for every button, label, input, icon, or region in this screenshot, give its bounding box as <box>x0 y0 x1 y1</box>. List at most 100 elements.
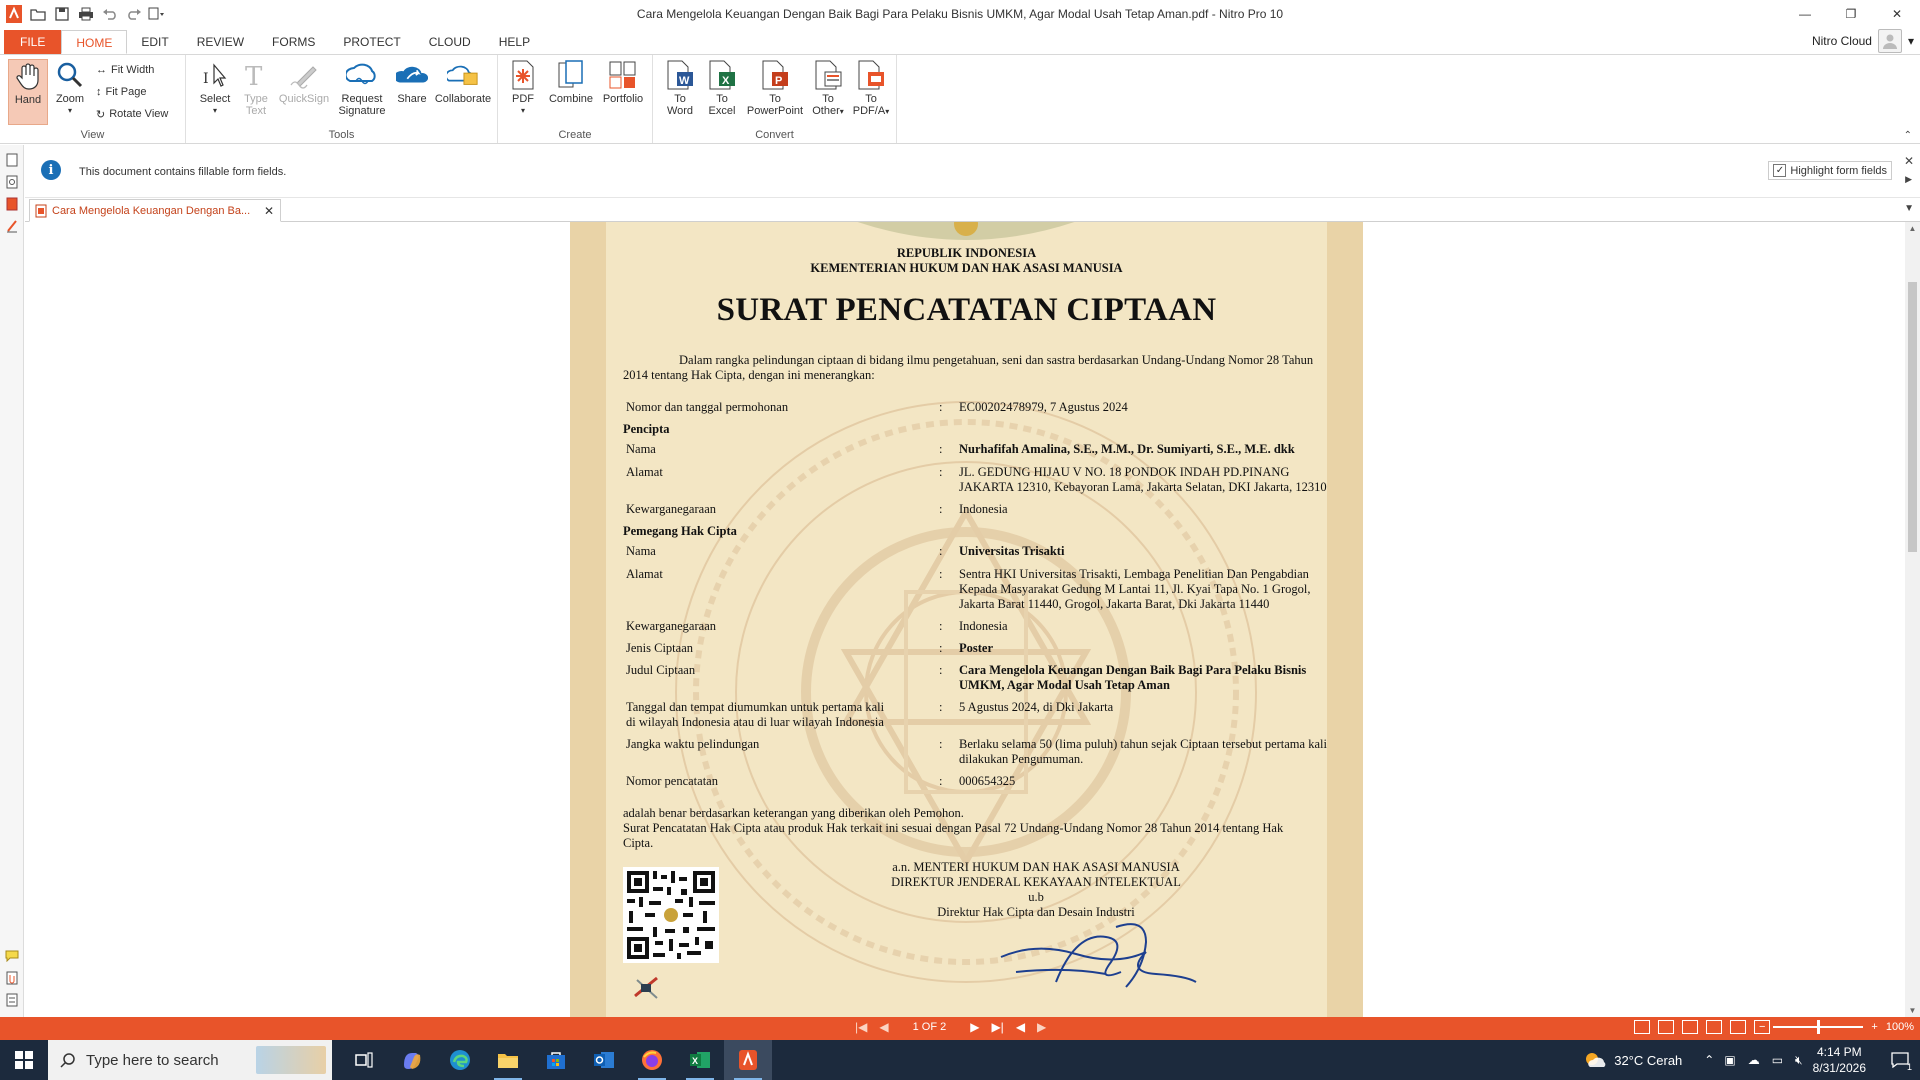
to-powerpoint-button[interactable]: P To PowerPoint <box>743 59 807 117</box>
zoom-slider[interactable] <box>1773 1020 1864 1034</box>
highlight-form-fields-toggle[interactable]: ✓ Highlight form fields <box>1768 161 1892 180</box>
create-pdf-button[interactable]: PDF ▾ <box>506 59 540 117</box>
to-word-button[interactable]: W To Word <box>659 59 701 117</box>
display-icon[interactable]: ▭ <box>1772 1053 1783 1067</box>
rotate-view-button[interactable]: ↻ Rotate View <box>96 105 168 123</box>
notification-count: 1 <box>1906 1062 1912 1072</box>
zoom-out-button[interactable]: − <box>1759 1021 1765 1033</box>
collaborate-button[interactable]: Collaborate <box>432 59 494 105</box>
last-page-icon[interactable]: ▶| <box>991 1020 1003 1034</box>
volume-muted-icon[interactable]: 🔇︎ <box>1795 1053 1803 1068</box>
tab-cloud[interactable]: CLOUD <box>415 30 485 54</box>
previous-view-icon[interactable]: ◀ <box>1016 1020 1025 1034</box>
to-excel-button[interactable]: X To Excel <box>701 59 743 117</box>
edge-icon[interactable] <box>436 1040 484 1080</box>
open-icon[interactable] <box>28 4 48 24</box>
continuous-view-icon[interactable] <box>1658 1020 1674 1034</box>
tab-help[interactable]: HELP <box>485 30 544 54</box>
fullscreen-view-icon[interactable] <box>1730 1020 1746 1034</box>
taskbar-search-box[interactable]: Type here to search <box>48 1040 332 1080</box>
minimize-button[interactable]: — <box>1782 0 1828 28</box>
close-button[interactable]: ✕ <box>1874 0 1920 28</box>
pages-icon[interactable] <box>0 149 24 171</box>
tab-file[interactable]: FILE <box>4 30 62 54</box>
excel-icon[interactable]: X <box>676 1040 724 1080</box>
fit-width-button[interactable]: ↔ Fit Width <box>96 61 154 79</box>
file-explorer-icon[interactable] <box>484 1040 532 1080</box>
page-indicator[interactable]: 1 OF 2 <box>913 1021 947 1033</box>
previous-page-icon[interactable]: ◀ <box>879 1020 888 1034</box>
signatures-icon[interactable] <box>0 215 24 237</box>
zoom-button[interactable]: Zoom ▾ <box>52 59 88 117</box>
facing-view-icon[interactable] <box>1682 1020 1698 1034</box>
start-button[interactable] <box>0 1040 48 1080</box>
customize-icon[interactable] <box>148 4 168 24</box>
scroll-down-icon[interactable]: ▼ <box>1905 1006 1920 1015</box>
save-icon[interactable] <box>52 4 72 24</box>
task-view-icon[interactable] <box>340 1040 388 1080</box>
facing-continuous-view-icon[interactable] <box>1706 1020 1722 1034</box>
single-page-view-icon[interactable] <box>1634 1020 1650 1034</box>
scroll-up-icon[interactable]: ▲ <box>1905 224 1920 233</box>
store-icon[interactable] <box>532 1040 580 1080</box>
avatar[interactable] <box>1877 29 1902 53</box>
quicksign-button[interactable]: QuickSign <box>276 59 332 105</box>
copilot-icon[interactable] <box>388 1040 436 1080</box>
chevron-down-icon[interactable]: ▾ <box>1908 34 1914 48</box>
request-signature-button[interactable]: Request Signature <box>332 59 392 117</box>
redo-icon[interactable] <box>124 4 144 24</box>
portfolio-button[interactable]: Portfolio <box>598 59 648 105</box>
meet-now-icon[interactable]: ▣ <box>1724 1053 1735 1067</box>
nitro-logo-icon[interactable] <box>4 4 24 24</box>
network-icon[interactable]: ☁ <box>1748 1053 1760 1067</box>
tab-review[interactable]: REVIEW <box>183 30 258 54</box>
share-button[interactable]: Share <box>392 59 432 105</box>
print-icon[interactable] <box>76 4 96 24</box>
combine-button[interactable]: Combine <box>546 59 596 105</box>
clock[interactable]: 4:14 PM 8/31/2026 <box>1813 1044 1866 1076</box>
attach-panel-icon[interactable] <box>0 967 24 989</box>
closing-line-1: adalah benar berdasarkan keterangan yang… <box>623 806 964 820</box>
zoom-in-button[interactable]: + <box>1871 1021 1877 1033</box>
document-tab[interactable]: Cara Mengelola Keuangan Dengan Ba... ✕ <box>29 199 281 222</box>
fields-icon[interactable] <box>0 989 24 1011</box>
fit-page-button[interactable]: ↕ Fit Page <box>96 83 146 101</box>
pencipta-kewarganegaraan-label: Kewarganegaraan <box>626 502 716 516</box>
close-infobar-icon[interactable]: ✕ <box>1904 154 1914 168</box>
tab-protect[interactable]: PROTECT <box>329 30 414 54</box>
to-label: To <box>769 93 781 105</box>
first-page-icon[interactable]: |◀ <box>855 1020 867 1034</box>
to-other-button[interactable]: To Other▾ <box>807 59 849 118</box>
close-tab-icon[interactable]: ✕ <box>264 204 274 218</box>
bookmarks-icon[interactable] <box>0 171 24 193</box>
tab-forms[interactable]: FORMS <box>258 30 329 54</box>
zoom-icon <box>54 59 86 91</box>
show-hidden-icons-icon[interactable]: ⌃ <box>1704 1053 1714 1067</box>
next-view-icon[interactable]: ▶ <box>1037 1020 1046 1034</box>
scrollbar-thumb[interactable] <box>1908 282 1917 552</box>
tab-list-dropdown-icon[interactable]: ▼ <box>1904 203 1914 214</box>
hand-button[interactable]: Hand <box>8 59 48 125</box>
tab-edit[interactable]: EDIT <box>127 30 182 54</box>
undo-icon[interactable] <box>100 4 120 24</box>
restore-button[interactable]: ❐ <box>1828 0 1874 28</box>
nitro-icon[interactable] <box>724 1040 772 1080</box>
notification-center-icon[interactable]: 1 <box>1880 1040 1920 1080</box>
attachments-icon[interactable] <box>0 193 24 215</box>
zoom-slider-knob[interactable] <box>1817 1020 1821 1034</box>
tab-home[interactable]: HOME <box>61 30 128 54</box>
outlook-icon[interactable] <box>580 1040 628 1080</box>
collapse-ribbon-icon[interactable]: ⌃ <box>1904 130 1912 141</box>
firefox-icon[interactable] <box>628 1040 676 1080</box>
comments-icon[interactable] <box>0 945 24 967</box>
type-text-button[interactable]: T Type Text <box>236 59 276 117</box>
to-pdfa-button[interactable]: To PDF/A▾ <box>849 59 893 118</box>
checkbox-checked-icon[interactable]: ✓ <box>1773 164 1787 177</box>
select-button[interactable]: I Select ▾ <box>194 59 236 117</box>
expand-arrow-icon[interactable]: ▶ <box>1905 174 1912 185</box>
next-page-icon[interactable]: ▶ <box>970 1020 979 1034</box>
vertical-scrollbar[interactable]: ▲ ▼ <box>1905 222 1920 1017</box>
document-viewport[interactable]: REPUBLIK INDONESIA KEMENTERIAN HUKUM DAN… <box>25 222 1905 1017</box>
account-area[interactable]: Nitro Cloud ▾ <box>1812 28 1914 54</box>
weather-widget[interactable]: 32°C Cerah <box>1584 1051 1682 1069</box>
